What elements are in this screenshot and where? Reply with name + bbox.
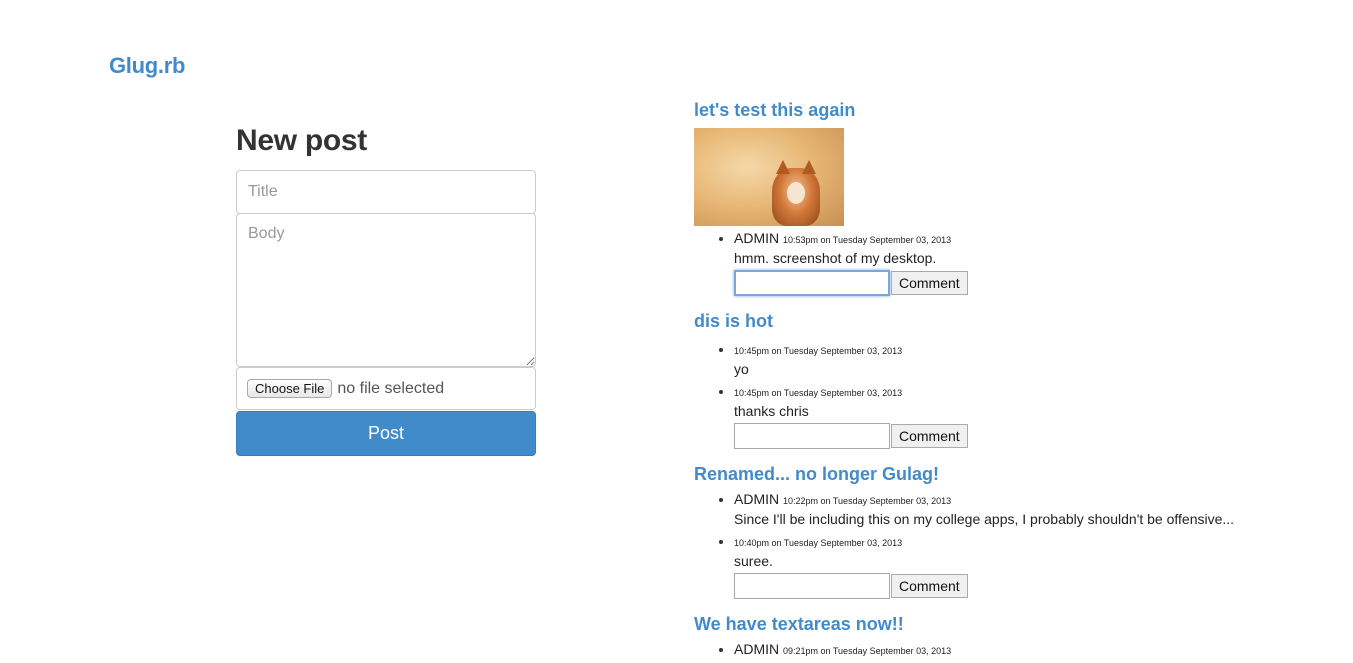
comment-text: thanks chris bbox=[734, 403, 809, 419]
post-image bbox=[694, 128, 844, 226]
comment-item: 10:45pm on Tuesday September 03, 2013 yo bbox=[734, 340, 1314, 379]
fox-image bbox=[772, 160, 820, 226]
post-title-link[interactable]: let's test this again bbox=[694, 98, 1314, 122]
comment-item: ADMIN 10:53pm on Tuesday September 03, 2… bbox=[734, 229, 1314, 268]
post-title-link[interactable]: We have textareas now!! bbox=[694, 612, 1314, 636]
file-status-text: no file selected bbox=[337, 379, 445, 397]
new-post-heading: New post bbox=[236, 124, 367, 157]
post-submit-button[interactable]: Post bbox=[236, 411, 536, 456]
comment-author: ADMIN bbox=[734, 230, 780, 246]
comment-item: 10:45pm on Tuesday September 03, 2013 th… bbox=[734, 382, 1314, 421]
comment-button[interactable]: Comment bbox=[891, 271, 968, 295]
comment-list: ADMIN 10:22pm on Tuesday September 03, 2… bbox=[694, 490, 1314, 571]
comment-item: 10:40pm on Tuesday September 03, 2013 su… bbox=[734, 532, 1314, 571]
comment-form: Comment bbox=[734, 573, 1314, 599]
comment-author: ADMIN bbox=[734, 641, 780, 657]
post-item: let's test this again ADMIN 10:53pm on T… bbox=[694, 98, 1314, 296]
posts-feed: let's test this again ADMIN 10:53pm on T… bbox=[694, 98, 1314, 663]
choose-file-button[interactable]: Choose File bbox=[247, 379, 333, 398]
comment-form: Comment bbox=[734, 270, 1314, 296]
body-textarea[interactable] bbox=[236, 213, 536, 367]
title-input[interactable] bbox=[236, 170, 536, 214]
comment-form: Comment bbox=[734, 423, 1314, 449]
brand-link[interactable]: Glug.rb bbox=[109, 53, 185, 79]
file-upload-field: Choose File no file selected bbox=[236, 367, 536, 410]
comment-text: Since I'll be including this on my colle… bbox=[734, 511, 1235, 527]
comment-text: hmm. screenshot of my desktop. bbox=[734, 250, 937, 266]
comment-input[interactable] bbox=[734, 423, 890, 449]
comment-list: 10:45pm on Tuesday September 03, 2013 yo… bbox=[694, 340, 1314, 421]
comment-button[interactable]: Comment bbox=[891, 424, 968, 448]
comment-timestamp: 10:45pm on Tuesday September 03, 2013 bbox=[734, 388, 903, 398]
comment-list: ADMIN 10:53pm on Tuesday September 03, 2… bbox=[694, 229, 1314, 268]
comment-input[interactable] bbox=[734, 270, 890, 296]
comment-list: ADMIN 09:21pm on Tuesday September 03, 2… bbox=[694, 640, 1314, 660]
comment-button[interactable]: Comment bbox=[891, 574, 968, 598]
post-item: Renamed... no longer Gulag! ADMIN 10:22p… bbox=[694, 462, 1314, 599]
comment-timestamp: 10:22pm on Tuesday September 03, 2013 bbox=[783, 496, 952, 506]
comment-input[interactable] bbox=[734, 573, 890, 599]
post-title-link[interactable]: dis is hot bbox=[694, 309, 1314, 333]
comment-text: suree. bbox=[734, 553, 773, 569]
comment-text: yo bbox=[734, 361, 749, 377]
comment-item: ADMIN 09:21pm on Tuesday September 03, 2… bbox=[734, 640, 1314, 660]
comment-item: ADMIN 10:22pm on Tuesday September 03, 2… bbox=[734, 490, 1314, 529]
post-title-link[interactable]: Renamed... no longer Gulag! bbox=[694, 462, 1314, 486]
comment-author: ADMIN bbox=[734, 491, 780, 507]
comment-timestamp: 10:53pm on Tuesday September 03, 2013 bbox=[783, 235, 952, 245]
comment-timestamp: 10:45pm on Tuesday September 03, 2013 bbox=[734, 346, 903, 356]
new-post-form: New post Choose File no file selected Po… bbox=[236, 122, 536, 456]
comment-timestamp: 09:21pm on Tuesday September 03, 2013 bbox=[783, 646, 952, 656]
post-item: We have textareas now!! ADMIN 09:21pm on… bbox=[694, 612, 1314, 660]
post-item: dis is hot 10:45pm on Tuesday September … bbox=[694, 309, 1314, 449]
comment-timestamp: 10:40pm on Tuesday September 03, 2013 bbox=[734, 538, 903, 548]
